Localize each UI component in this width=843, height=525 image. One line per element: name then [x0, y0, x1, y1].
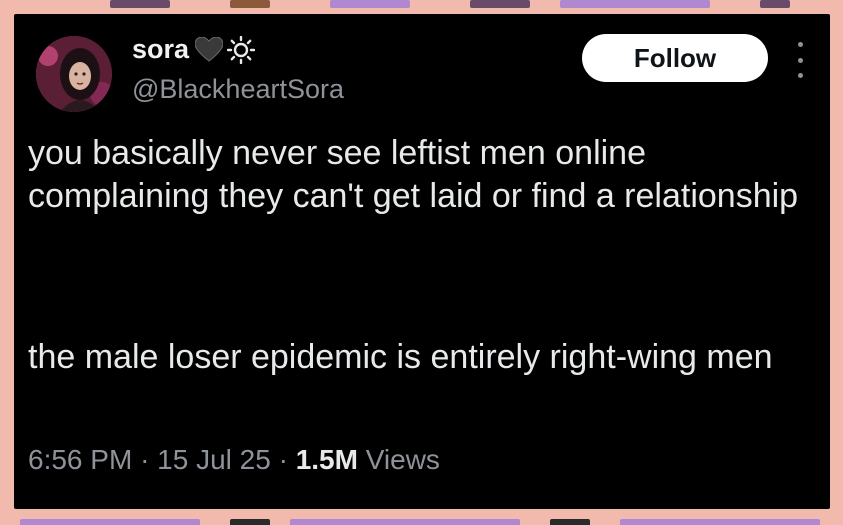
more-dot	[797, 73, 803, 78]
tweet-paragraph: the male loser epidemic is entirely righ…	[28, 338, 773, 376]
name-row: sora	[132, 34, 256, 65]
more-dot	[797, 57, 803, 63]
avatar[interactable]	[36, 36, 112, 112]
sun-icon	[227, 35, 256, 64]
views-count: 1.5M	[295, 444, 358, 475]
display-name[interactable]: sora	[132, 34, 189, 65]
bottom-edge-strip	[0, 511, 843, 525]
views-label: Views	[365, 444, 440, 475]
top-edge-strip	[0, 0, 843, 14]
user-handle[interactable]: @BlackheartSora	[132, 74, 344, 105]
avatar-image	[36, 36, 112, 112]
follow-button[interactable]: Follow	[582, 34, 768, 82]
name-emoji	[195, 35, 256, 64]
meta-separator: ·	[140, 444, 150, 475]
tweet-time[interactable]: 6:56 PM	[28, 444, 132, 475]
more-dot	[797, 42, 803, 47]
tweet-date[interactable]: 15 Jul 25	[157, 444, 271, 475]
more-options-icon[interactable]	[792, 42, 808, 78]
tweet-paragraph: you basically never see leftist men onli…	[28, 134, 799, 215]
tweet-card: sora @BlackheartSora Follow you basicall…	[14, 14, 830, 509]
black-heart-icon	[195, 36, 224, 62]
meta-separator: ·	[278, 444, 288, 475]
screenshot-frame: sora @BlackheartSora Follow you basicall…	[0, 0, 843, 525]
tweet-meta: 6:56 PM · 15 Jul 25 · 1.5M Views	[28, 444, 440, 476]
